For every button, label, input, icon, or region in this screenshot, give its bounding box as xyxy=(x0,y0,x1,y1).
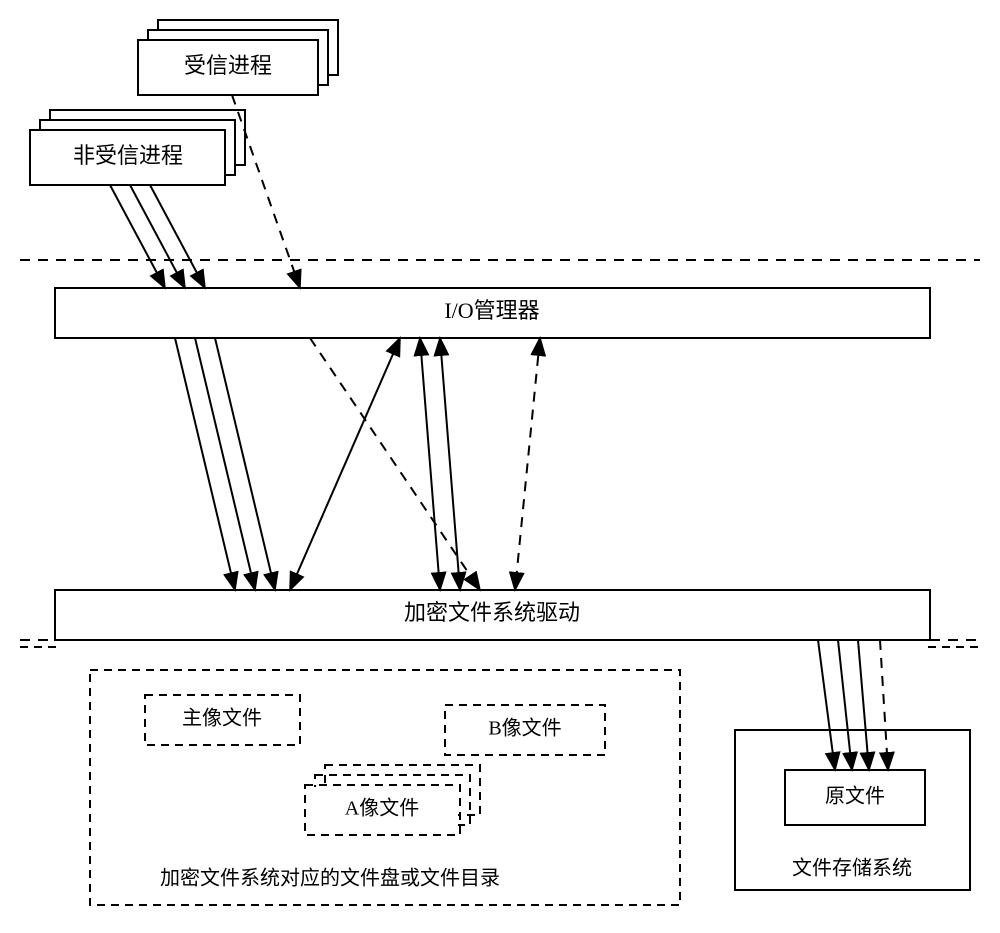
efs-directory-label: 加密文件系统对应的文件盘或文件目录 xyxy=(160,867,500,890)
efs-driver-label: 加密文件系统驱动 xyxy=(404,600,580,625)
fs-storage-label: 文件存储系统 xyxy=(792,857,912,880)
trusted-process-label: 受信进程 xyxy=(184,53,272,78)
trusted-process-stack: 受信进程 xyxy=(138,20,338,95)
original-file-label: 原文件 xyxy=(825,785,885,808)
untrusted-process-stack: 非受信进程 xyxy=(30,110,245,185)
main-image-label: 主像文件 xyxy=(182,707,262,730)
a-image-stack: A像文件 xyxy=(305,765,480,835)
a-image-label: A像文件 xyxy=(345,797,419,820)
architecture-diagram: 受信进程 非受信进程 I/O管理器 加密文件系统驱动 xyxy=(0,0,1000,933)
io-manager-label: I/O管理器 xyxy=(444,298,539,323)
io-to-efs-arrows xyxy=(175,338,540,590)
efs-directory-container: 加密文件系统对应的文件盘或文件目录 主像文件 B像文件 A像文件 xyxy=(90,670,680,905)
untrusted-process-label: 非受信进程 xyxy=(73,143,183,168)
untrusted-arrows-down xyxy=(110,185,205,288)
fs-storage-container: 文件存储系统 原文件 xyxy=(735,730,970,890)
efs-driver-box: 加密文件系统驱动 xyxy=(55,590,930,640)
io-manager-box: I/O管理器 xyxy=(55,288,930,338)
b-image-label: B像文件 xyxy=(488,717,561,740)
